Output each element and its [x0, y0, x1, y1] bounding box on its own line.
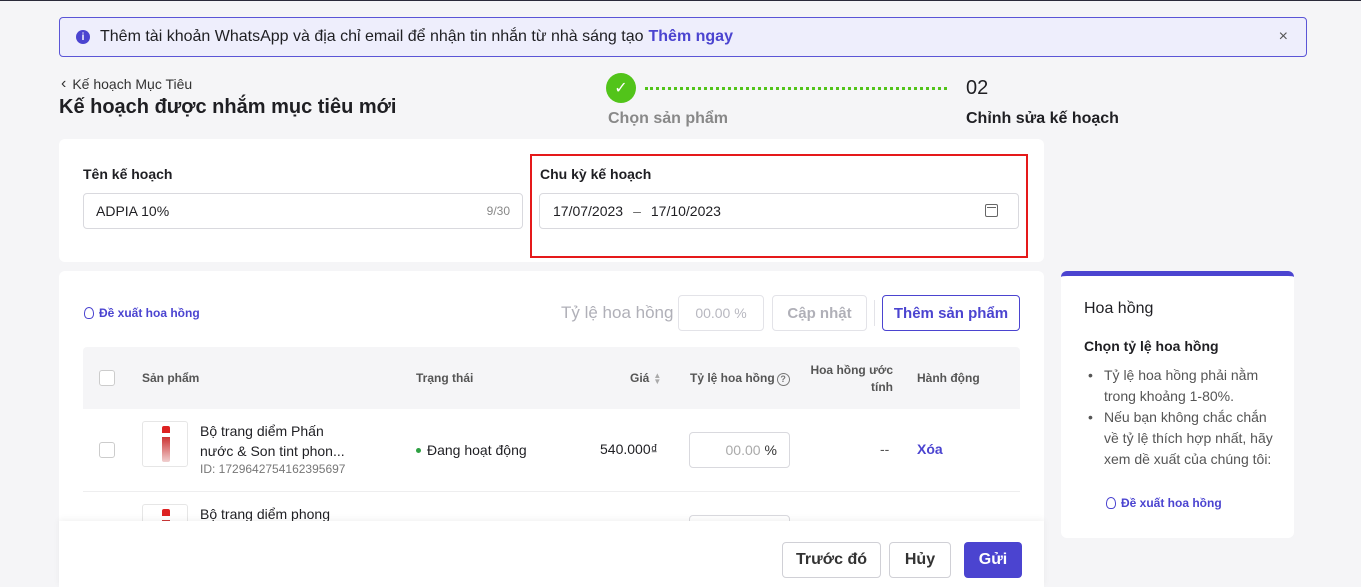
highlight-box	[530, 154, 1028, 258]
help-bullet: Nếu bạn không chắc chắn về tỷ lệ thích h…	[1088, 407, 1278, 470]
product-name-line1: Bộ trang diểm Phấn	[200, 423, 324, 439]
panel-suggest-link[interactable]: Đề xuất hoa hồng	[1106, 496, 1222, 510]
panel-suggest-label: Đề xuất hoa hồng	[1121, 496, 1222, 510]
plan-name-value: ADPIA 10%	[96, 203, 170, 219]
send-button[interactable]: Gửi	[964, 542, 1022, 578]
status-dot-icon	[416, 447, 421, 453]
header-est-line2: tính	[871, 380, 893, 394]
product-thumbnail	[142, 421, 188, 467]
product-id: ID: 1729642754162395697	[200, 462, 346, 476]
step-1-label: Chọn sản phẩm	[608, 110, 729, 127]
header-price-label: Giá	[630, 371, 650, 385]
chevron-left-icon: ‹	[61, 75, 67, 92]
help-panel-title: Hoa hồng	[1084, 300, 1154, 317]
previous-button[interactable]: Trước đó	[782, 542, 881, 578]
plan-name-input[interactable]: ADPIA 10% 9/30	[83, 193, 523, 229]
header-price[interactable]: Giá ▲ ▼	[630, 371, 661, 385]
help-bullets: Tỷ lệ hoa hồng phải nằm trong khoảng 1-8…	[1088, 365, 1278, 470]
close-icon[interactable]: ×	[1279, 28, 1288, 46]
step-2-number: 02	[966, 77, 989, 99]
header-rate: Tỷ lệ hoa hồng?	[690, 371, 790, 386]
help-icon[interactable]: ?	[776, 373, 790, 386]
info-icon: i	[76, 30, 90, 44]
row-rate-unit: %	[764, 442, 777, 458]
notification-banner: i Thêm tài khoản WhatsApp và địa chỉ ema…	[59, 17, 1307, 57]
row-rate-input[interactable]: 00.00 %	[689, 432, 790, 468]
header-estimated: Hoa hồng ước tính	[803, 362, 893, 396]
header-est-line1: Hoa hồng ước	[810, 363, 893, 377]
row-checkbox[interactable]	[99, 442, 115, 458]
step-2-label: Chỉnh sửa kế hoạch	[966, 110, 1119, 127]
header-rate-label: Tỷ lệ hoa hồng	[690, 371, 775, 385]
status-text: Đang hoạt động	[427, 442, 527, 458]
top-border	[0, 0, 1361, 1]
step-connector	[645, 87, 947, 90]
suggest-commission-link[interactable]: Đề xuất hoa hồng	[84, 306, 200, 320]
suggest-label: Đề xuất hoa hồng	[99, 306, 200, 320]
header-action: Hành động	[917, 371, 980, 385]
bulk-rate-input[interactable]: 00.00 %	[678, 295, 764, 331]
select-all-checkbox[interactable]	[99, 370, 115, 386]
lightbulb-icon	[1106, 497, 1116, 509]
lightbulb-icon	[84, 307, 94, 319]
rate-label: Tỷ lệ hoa hồng	[561, 303, 674, 322]
header-product: Sản phẩm	[142, 371, 200, 385]
product-price: 540.000₫	[600, 441, 658, 457]
page-title: Kế hoạch được nhắm mục tiêu mới	[59, 96, 397, 118]
back-link[interactable]: ‹ Kế hoạch Mục Tiêu	[61, 75, 192, 93]
help-bullet: Tỷ lệ hoa hồng phải nằm trong khoảng 1-8…	[1088, 365, 1278, 407]
char-counter: 9/30	[486, 204, 510, 218]
estimated-commission: --	[880, 441, 890, 457]
delete-link[interactable]: Xóa	[917, 441, 943, 457]
cancel-button[interactable]: Hủy	[889, 542, 951, 578]
product-name[interactable]: Bộ trang diểm Phấn nước & Son tint phon.…	[200, 421, 345, 461]
help-panel-subtitle: Chọn tỷ lệ hoa hồng	[1084, 338, 1219, 354]
update-button[interactable]: Cập nhật	[772, 295, 867, 331]
add-product-button[interactable]: Thêm sản phẩm	[882, 295, 1020, 331]
row-rate-placeholder: 00.00	[725, 442, 761, 458]
toolbar-divider	[874, 300, 875, 326]
banner-add-now-link[interactable]: Thêm ngay	[649, 28, 733, 46]
status-badge: Đang hoạt động	[416, 442, 527, 458]
sort-icon: ▲ ▼	[653, 370, 662, 386]
plan-name-label: Tên kế hoạch	[83, 166, 173, 182]
step-done-check-icon: ✓	[606, 73, 636, 103]
header-status: Trạng thái	[416, 371, 474, 385]
back-label: Kế hoạch Mục Tiêu	[72, 76, 193, 92]
banner-message: Thêm tài khoản WhatsApp và địa chỉ email…	[100, 28, 644, 45]
product-name-line2: nước & Son tint phon...	[200, 443, 345, 459]
